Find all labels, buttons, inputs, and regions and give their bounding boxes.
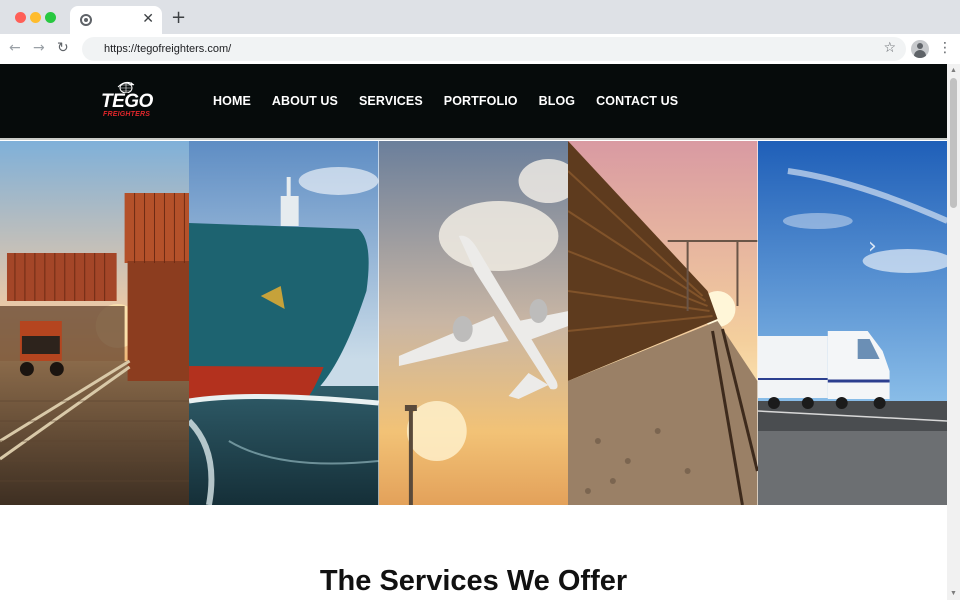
containers-image	[0, 141, 190, 505]
ship-image	[189, 141, 379, 505]
nav-home[interactable]: HOME	[213, 93, 251, 109]
hero-panel-truck	[757, 141, 947, 505]
chrome-favicon-icon	[80, 14, 92, 26]
nav-contact-us[interactable]: CONTACT US	[596, 93, 678, 109]
more-vertical-icon[interactable]: ⋮	[938, 40, 952, 56]
window-minimize-button[interactable]	[30, 12, 41, 23]
nav-services[interactable]: SERVICES	[359, 93, 423, 109]
browser-toolbar: ← → ↻ https://tegofreighters.com/ ☆ ⋮	[0, 34, 960, 64]
logo-wordmark: TEGO	[101, 91, 153, 112]
hero-panel-containers	[0, 141, 190, 505]
hero-slider	[0, 141, 947, 505]
window-close-button[interactable]	[15, 12, 26, 23]
scroll-down-icon[interactable]: ▼	[950, 590, 957, 598]
airplane-image	[378, 141, 569, 505]
page-viewport: TEGO FREIGHTERS HOME ABOUT US SERVICES P…	[0, 64, 947, 600]
browser-tab[interactable]: ✕	[70, 6, 162, 34]
main-nav: HOME ABOUT US SERVICES PORTFOLIO BLOG CO…	[213, 93, 678, 109]
hero-panel-train	[568, 141, 758, 505]
arrow-right-icon[interactable]: →	[33, 40, 45, 56]
reload-icon[interactable]: ↻	[57, 40, 69, 56]
plus-icon[interactable]: +	[171, 8, 186, 28]
hero-panel-ship	[189, 141, 379, 505]
scroll-up-icon[interactable]: ▲	[950, 67, 957, 75]
train-image	[568, 141, 758, 505]
star-icon[interactable]: ☆	[883, 40, 896, 56]
address-bar[interactable]: https://tegofreighters.com/ ☆	[82, 37, 906, 61]
tab-strip: ✕ +	[0, 0, 960, 34]
browser-chrome: ✕ + ← → ↻ https://tegofreighters.com/ ☆ …	[0, 0, 960, 64]
close-icon[interactable]: ✕	[142, 11, 154, 27]
nav-about-us[interactable]: ABOUT US	[272, 93, 338, 109]
scroll-thumb[interactable]	[950, 78, 957, 208]
hero-panel-airplane	[378, 141, 569, 505]
page-scrollbar[interactable]: ▲ ▼	[947, 64, 960, 600]
nav-portfolio[interactable]: PORTFOLIO	[444, 93, 518, 109]
url-text[interactable]: https://tegofreighters.com/	[104, 42, 231, 56]
site-header: TEGO FREIGHTERS HOME ABOUT US SERVICES P…	[0, 64, 947, 140]
section-title: The Services We Offer	[319, 565, 628, 597]
arrow-left-icon[interactable]: ←	[9, 40, 21, 56]
logo-tagline: FREIGHTERS	[103, 111, 151, 118]
truck-image	[757, 141, 947, 505]
nav-blog[interactable]: BLOG	[539, 93, 576, 109]
chevron-right-icon[interactable]: ›	[868, 236, 877, 258]
window-maximize-button[interactable]	[45, 12, 56, 23]
profile-icon[interactable]	[911, 40, 929, 58]
site-logo[interactable]: TEGO FREIGHTERS	[101, 81, 153, 121]
